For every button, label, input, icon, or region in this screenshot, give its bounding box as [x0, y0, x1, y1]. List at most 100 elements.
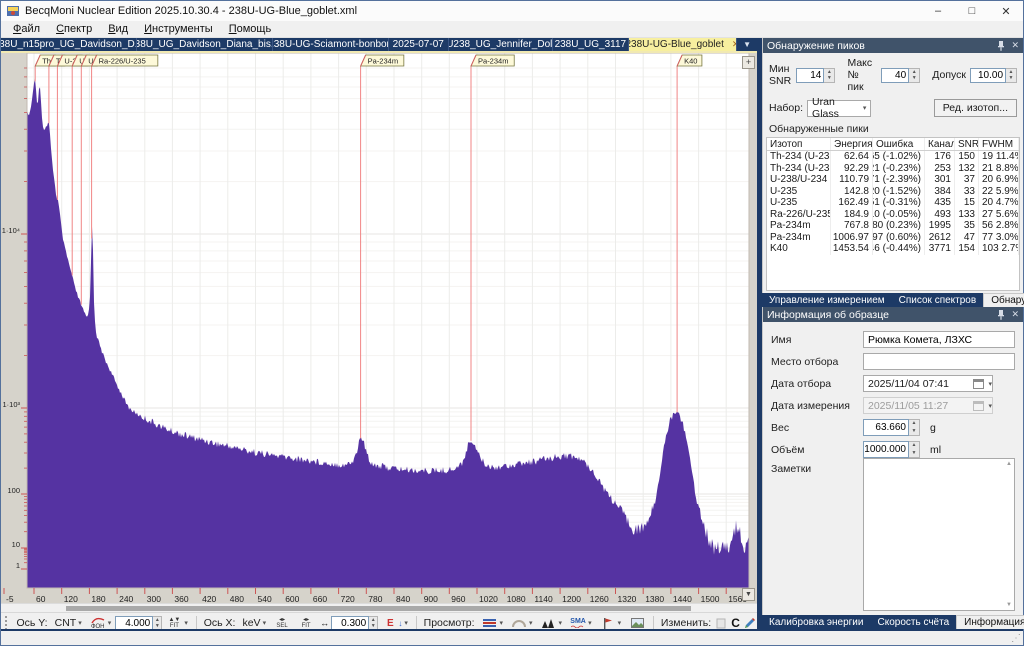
tab-overflow-icon[interactable]: ▼: [737, 38, 757, 51]
weight-input[interactable]: [863, 419, 909, 436]
svg-text:1440: 1440: [673, 594, 692, 603]
table-row[interactable]: Pa-234m1006.975.97 (0.60%)26124777 3.0%: [767, 232, 1019, 244]
panel-close-icon[interactable]: ✕: [1011, 309, 1019, 320]
bottom-dock-tab-1[interactable]: Скорость счёта: [870, 615, 956, 629]
spectrum-chart[interactable]: ThTU-2UURa-226/U-235Pa-234mPa-234mK40110…: [1, 53, 757, 603]
table-row[interactable]: Pa-234m767.81.80 (0.23%)19953556 2.8%: [767, 220, 1019, 232]
max-peaks-spinner[interactable]: ▲▼: [909, 68, 920, 83]
chevron-down-icon: ▾: [78, 619, 82, 627]
min-snr-spinner[interactable]: ▲▼: [824, 68, 835, 83]
table-cell: 110.79: [831, 174, 873, 186]
sample-name-input[interactable]: [863, 331, 1015, 348]
weight-unit: g: [930, 422, 936, 434]
spectrum-tab-3[interactable]: 2025-07-07: [389, 38, 449, 51]
column-header[interactable]: Канал: [925, 138, 955, 150]
table-cell: 384: [925, 186, 955, 198]
svg-text:660: 660: [313, 594, 327, 603]
table-row[interactable]: U-235142.8-2.20 (-1.52%)3843322 5.9%: [767, 186, 1019, 198]
table-row[interactable]: U-238/U-234110.79-2.71 (-2.39%)3013720 6…: [767, 174, 1019, 186]
table-row[interactable]: Ra-226/U-235184.9-0.10 (-0.05%)49313327 …: [767, 209, 1019, 221]
scroll-down-icon[interactable]: ▼: [1006, 602, 1012, 608]
fit-vertical-icon: ▲▼ FIT: [166, 616, 182, 630]
menu-item-3[interactable]: Инструменты: [136, 22, 221, 36]
view-label: Просмотр:: [424, 617, 475, 629]
energy-calibration-icon: E: [382, 616, 398, 630]
maximize-button[interactable]: □: [955, 1, 989, 21]
title-bar: BecqMoni Nuclear Edition 2025.10.30.4 - …: [1, 1, 1023, 21]
chevron-down-icon: ▾: [618, 619, 622, 627]
table-row[interactable]: Th-234 (U-238)62.64-0.65 (-1.02%)1761501…: [767, 151, 1019, 163]
detected-peaks-table[interactable]: ИзотопЭнергияОшибкаКаналSNRFWHMTh-234 (U…: [766, 137, 1020, 291]
min-snr-input[interactable]: [796, 68, 824, 83]
volume-spinner[interactable]: ▲▼: [909, 441, 920, 458]
toolbar-grip[interactable]: [5, 616, 9, 630]
column-header[interactable]: SNR: [955, 138, 979, 150]
edit-isotopes-button[interactable]: Ред. изотоп...: [934, 99, 1017, 117]
pin-icon[interactable]: [997, 41, 1005, 51]
peak-flag[interactable]: Ra-226/U-235: [92, 55, 158, 66]
bottom-dock-tab-2[interactable]: Информация об образце: [956, 615, 1024, 629]
svg-text:1: 1: [16, 561, 20, 570]
peak-flag[interactable]: K40: [677, 55, 702, 66]
column-header[interactable]: Энергия: [831, 138, 873, 150]
table-cell: 2612: [925, 232, 955, 244]
paste-icon[interactable]: [714, 616, 727, 630]
axis-menu-button[interactable]: ▼: [742, 588, 755, 601]
scrollbar-thumb[interactable]: [66, 606, 691, 611]
zoom-in-button[interactable]: +: [742, 56, 755, 69]
sample-panel-header: Информация об образце ✕: [763, 307, 1023, 322]
column-header[interactable]: Ошибка: [873, 138, 925, 150]
table-cell: 77 3.0%: [979, 232, 1019, 244]
spectrum-tab-1[interactable]: 238U_UG_Davidson_Diana_bis...: [137, 38, 273, 51]
peak-flag[interactable]: Pa-234m: [361, 55, 404, 66]
notes-textarea[interactable]: ▲ ▼: [863, 458, 1015, 611]
svg-text:360: 360: [174, 594, 188, 603]
isotope-set-combobox[interactable]: Uran Glass ▾: [807, 100, 871, 117]
tolerance-input[interactable]: [970, 68, 1006, 83]
tolerance-spinner[interactable]: ▲▼: [1006, 68, 1017, 83]
table-row[interactable]: K401453.54-6.46 (-0.44%)3771154103 2.7%: [767, 243, 1019, 255]
dock-tab-2[interactable]: Обнаружение пиков: [983, 293, 1024, 307]
spectrum-tab-5[interactable]: 238U_UG_3117: [553, 38, 629, 51]
menu-item-0[interactable]: Файл: [5, 22, 48, 36]
table-cell: U-235: [767, 186, 831, 198]
volume-input[interactable]: [863, 441, 909, 458]
chart-horizontal-scrollbar[interactable]: [1, 603, 757, 612]
dock-tab-0[interactable]: Управление измерением: [762, 293, 892, 307]
menu-item-1[interactable]: Спектр: [48, 22, 100, 36]
dock-tab-1[interactable]: Список спектров: [892, 293, 984, 307]
table-row[interactable]: Th-234 (U-238)92.29-0.21 (-0.23%)2531322…: [767, 163, 1019, 175]
table-cell: U-235: [767, 197, 831, 209]
svg-text:180: 180: [91, 594, 105, 603]
resize-grip[interactable]: ⋰: [1011, 634, 1021, 644]
edit-colors-icon[interactable]: [744, 616, 757, 630]
bottom-dock-tab-0[interactable]: Калибровка энергии: [762, 615, 870, 629]
spectrum-tab-4[interactable]: U238_UG_Jennifer_Doll: [449, 38, 553, 51]
panel-close-icon[interactable]: ✕: [1011, 40, 1019, 51]
svg-text:840: 840: [396, 594, 410, 603]
column-header[interactable]: FWHM: [979, 138, 1019, 150]
weight-spinner[interactable]: ▲▼: [909, 419, 920, 436]
spectrum-tab-2[interactable]: 238U-UG-Sciamont-bonbon: [273, 38, 389, 51]
max-peaks-input[interactable]: [881, 68, 909, 83]
sampling-date-picker[interactable]: 2025/11/04 07:41 ▾: [863, 375, 993, 392]
table-cell: 47: [955, 232, 979, 244]
background-curve-icon: ФОН: [90, 616, 106, 630]
svg-text:600: 600: [285, 594, 299, 603]
menu-item-2[interactable]: Вид: [100, 22, 136, 36]
peak-flag[interactable]: Pa-234m: [471, 55, 514, 66]
table-cell: 33: [955, 186, 979, 198]
spectrum-plot[interactable]: ThTU-2UURa-226/U-235Pa-234mPa-234mK40110…: [1, 53, 757, 603]
table-cell: 1006.97: [831, 232, 873, 244]
table-row[interactable]: U-235162.49-0.51 (-0.31%)4351520 4.7%: [767, 197, 1019, 209]
spectrum-tab-6[interactable]: 238U-UG-Blue_goblet✕: [629, 38, 737, 51]
pin-icon[interactable]: [997, 310, 1005, 320]
scroll-up-icon[interactable]: ▲: [1006, 461, 1012, 467]
menu-item-4[interactable]: Помощь: [221, 22, 280, 36]
peak-detection-panel: Обнаружение пиков ✕ Мин SNR ▲▼ Макс № пи…: [762, 38, 1023, 293]
sample-place-input[interactable]: [863, 353, 1015, 370]
minimize-button[interactable]: –: [921, 1, 955, 21]
spectrum-tab-0[interactable]: 238U_n15pro_UG_Davidson_D...: [1, 38, 137, 51]
close-button[interactable]: ✕: [989, 1, 1023, 21]
column-header[interactable]: Изотоп: [767, 138, 831, 150]
